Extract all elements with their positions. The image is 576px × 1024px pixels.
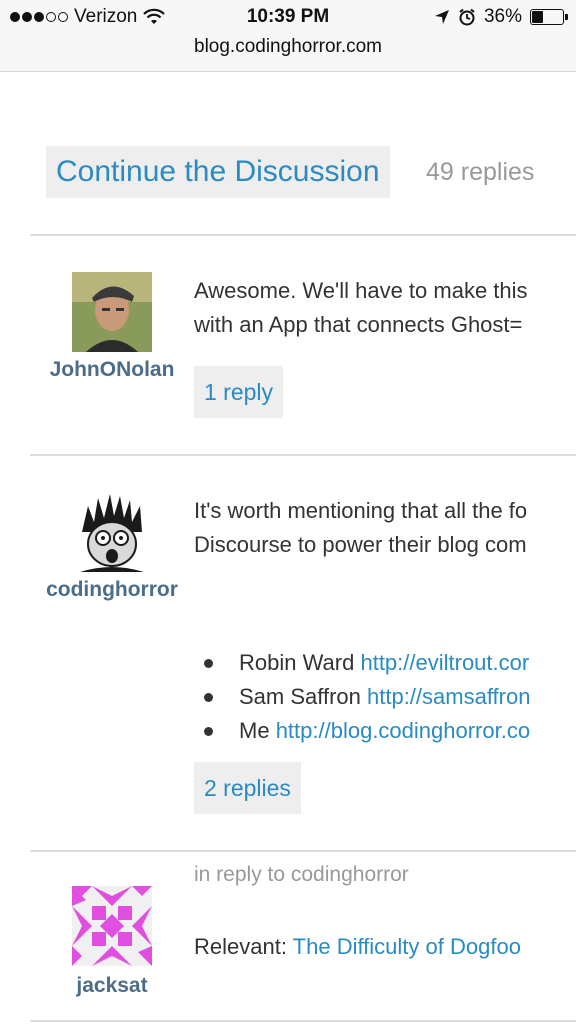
- username-codinghorror[interactable]: codinghorror: [34, 578, 190, 602]
- username-johnonolan[interactable]: JohnONolan: [40, 358, 184, 382]
- alarm-clock-icon: [459, 8, 475, 26]
- battery-icon: [530, 9, 568, 25]
- post-link[interactable]: The Difficulty of Dogfoo: [293, 934, 521, 959]
- replies-button[interactable]: 1 reply: [194, 366, 284, 418]
- address-bar-url[interactable]: blog.codinghorror.com: [0, 36, 576, 58]
- post-line: Discourse to power their blog com: [194, 532, 527, 557]
- list-item: Robin Ward http://eviltrout.cor: [204, 646, 576, 680]
- list-item: Sam Saffron http://samsaffron: [204, 680, 576, 714]
- list-item-link[interactable]: http://eviltrout.cor: [360, 646, 529, 680]
- post-line: with an App that connects Ghost=: [194, 312, 523, 337]
- status-bar: Verizon 10:39 PM 36% blog.codinghorror.c…: [0, 0, 576, 72]
- in-reply-to-label[interactable]: in reply to codinghorror: [194, 863, 409, 887]
- post-text-prefix: Relevant:: [194, 934, 287, 959]
- blog-list: Robin Ward http://eviltrout.cor Sam Saff…: [204, 646, 576, 748]
- divider: [30, 454, 576, 456]
- list-item: Me http://blog.codinghorror.co: [204, 714, 576, 748]
- divider: [30, 850, 576, 852]
- post-body: Relevant: The Difficulty of Dogfoo: [194, 930, 576, 964]
- replies-button[interactable]: 2 replies: [194, 762, 301, 814]
- username-jacksat[interactable]: jacksat: [40, 974, 184, 998]
- list-item-name: Me: [239, 718, 270, 743]
- divider: [30, 234, 576, 236]
- avatar-jacksat[interactable]: [72, 886, 152, 966]
- battery-percent: 36%: [483, 6, 522, 27]
- divider: [30, 1020, 576, 1022]
- bullet-icon: [204, 692, 213, 702]
- post-line: It's worth mentioning that all the fo: [194, 498, 528, 523]
- continue-discussion-button[interactable]: Continue the Discussion: [46, 146, 390, 198]
- avatar-johnonolan[interactable]: [72, 272, 152, 352]
- replies-count: 49 replies: [426, 158, 535, 186]
- list-item-name: Sam Saffron: [239, 684, 361, 709]
- post-line: Awesome. We'll have to make this: [194, 278, 528, 303]
- list-item-link[interactable]: http://blog.codinghorror.co: [276, 714, 530, 748]
- status-indicators: 36%: [434, 6, 568, 28]
- post-body: It's worth mentioning that all the fo Di…: [194, 494, 576, 562]
- avatar-codinghorror[interactable]: [72, 492, 152, 572]
- bullet-icon: [204, 726, 213, 736]
- list-item-name: Robin Ward: [239, 650, 355, 675]
- post-body: Awesome. We'll have to make this with an…: [194, 274, 576, 342]
- list-item-link[interactable]: http://samsaffron: [367, 680, 530, 714]
- bullet-icon: [204, 658, 213, 668]
- location-arrow-icon: [434, 10, 449, 24]
